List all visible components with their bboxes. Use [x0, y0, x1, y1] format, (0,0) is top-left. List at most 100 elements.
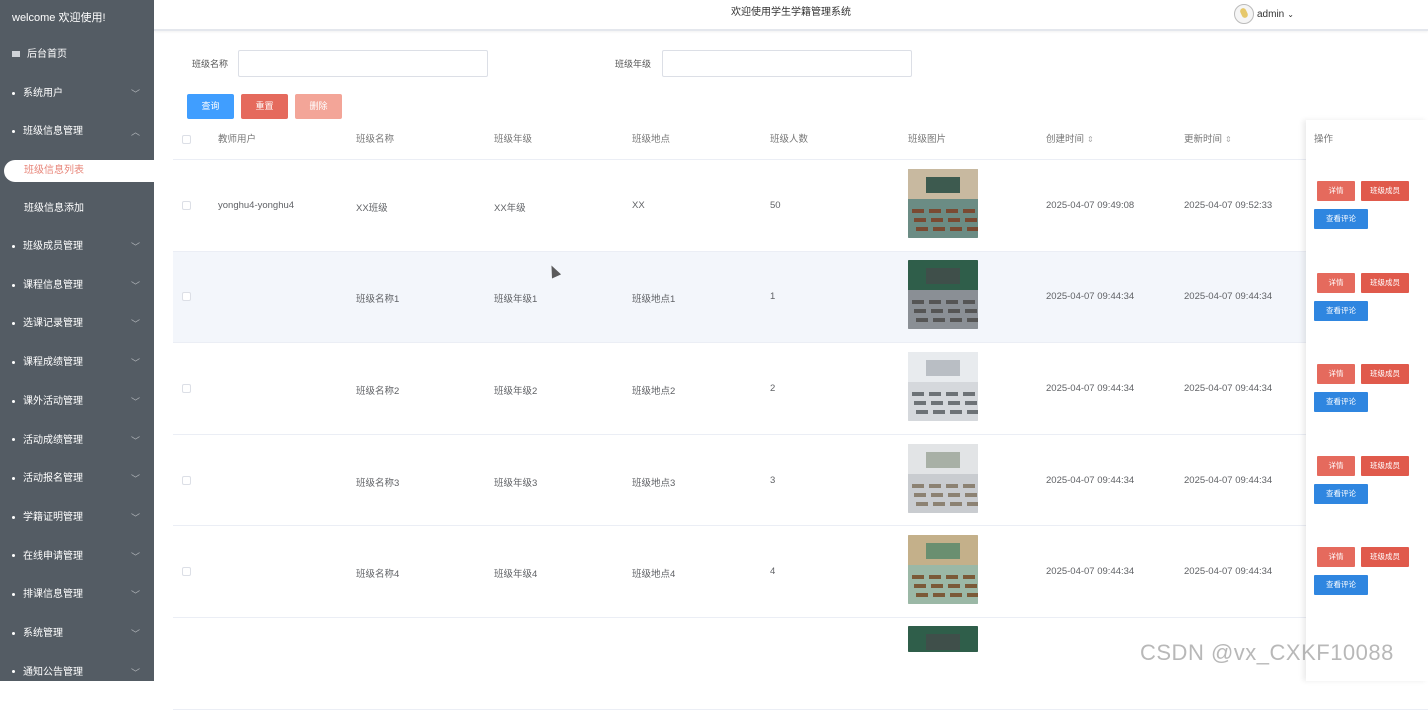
sidebar-item-5[interactable]: 选课记录管理 ﹀: [0, 305, 154, 344]
class-name-input[interactable]: [238, 50, 488, 77]
class-members-button[interactable]: 班级成员: [1361, 455, 1409, 476]
cell-updated: 2025-04-07 09:44:34: [1184, 474, 1273, 486]
user-menu[interactable]: admin ⌄: [1234, 4, 1294, 24]
cell-count: 50: [770, 199, 781, 211]
cell-location: 班级地点2: [632, 385, 676, 397]
sidebar-item-3[interactable]: 班级成员管理 ﹀: [0, 228, 154, 267]
table-row[interactable]: 班级名称3 班级年级3 班级地点3 3 2025-04-07 09:44:34 2025…: [173, 435, 1428, 527]
sidebar-item-8[interactable]: 活动成绩管理 ﹀: [0, 422, 154, 461]
chevron-down-icon[interactable]: ﹀: [131, 228, 140, 267]
chevron-down-icon[interactable]: ﹀: [131, 344, 140, 383]
delete-button[interactable]: 删除: [295, 94, 342, 119]
chevron-down-icon[interactable]: ﹀: [131, 75, 140, 114]
chevron-down-icon[interactable]: ﹀: [131, 654, 140, 681]
class-members-button[interactable]: 班级成员: [1361, 181, 1409, 201]
column-header-label: 创建时间: [1046, 134, 1085, 145]
avatar[interactable]: [1234, 4, 1254, 24]
class-image[interactable]: [908, 535, 978, 605]
chevron-down-icon[interactable]: ﹀: [131, 615, 140, 654]
sidebar-menu: 后台首页 系统用户 ﹀ 班级信息管理 ︿ 班级信息列表 班级信息添加 班级成员管理 ﹀ 课程信息管…: [0, 36, 154, 681]
bullet-icon: [12, 322, 15, 326]
sidebar-item-0[interactable]: 后台首页: [0, 36, 154, 75]
view-comments-button[interactable]: 查看评论: [1314, 392, 1368, 413]
class-image[interactable]: [908, 260, 978, 330]
class-image[interactable]: [908, 443, 978, 513]
sidebar-item-7[interactable]: 课外活动管理 ﹀: [0, 383, 154, 422]
table-row[interactable]: 班级名称1 班级年级1 班级地点1 1 2025-04-07 09:44:34 2025…: [173, 251, 1428, 344]
view-comments-button[interactable]: 查看评论: [1314, 209, 1368, 229]
query-button[interactable]: 查询: [187, 94, 234, 119]
sidebar-item-label: 后台首页: [27, 49, 67, 60]
sidebar-item-13[interactable]: 系统管理 ﹀: [0, 615, 154, 654]
sort-icon[interactable]: ⇕: [1225, 135, 1232, 144]
view-comments-button[interactable]: 查看评论: [1314, 483, 1368, 504]
cell-name: 班级名称2: [356, 385, 400, 397]
column-header-label: 班级图片: [908, 134, 947, 145]
chevron-down-icon[interactable]: ﹀: [131, 460, 140, 499]
class-grade-label: 班级年级: [615, 59, 652, 69]
sidebar-subitem-0[interactable]: 班级信息列表: [4, 160, 154, 183]
chevron-up-icon[interactable]: ︿: [131, 113, 140, 152]
class-members-button[interactable]: 班级成员: [1361, 547, 1409, 568]
bullet-icon: [12, 477, 15, 481]
cell-name: 班级名称1: [356, 294, 400, 306]
row-checkbox[interactable]: [182, 475, 191, 485]
chevron-down-icon[interactable]: ﹀: [131, 538, 140, 577]
row-checkbox[interactable]: [182, 567, 191, 577]
sidebar-subitem-1[interactable]: 班级信息添加: [0, 190, 154, 228]
chevron-down-icon[interactable]: ﹀: [131, 383, 140, 422]
class-image[interactable]: [908, 351, 978, 421]
chevron-down-icon[interactable]: ﹀: [131, 576, 140, 615]
row-checkbox[interactable]: [182, 200, 191, 210]
chevron-down-icon[interactable]: ⌄: [1287, 10, 1294, 19]
row-checkbox[interactable]: [182, 383, 191, 393]
class-members-button[interactable]: 班级成员: [1361, 364, 1409, 385]
table-row[interactable]: 班级名称4 班级年级4 班级地点4 4 2025-04-07 09:44:34 2025…: [173, 526, 1428, 618]
sidebar-item-14[interactable]: 通知公告管理 ﹀: [0, 654, 154, 681]
class-members-button[interactable]: 班级成员: [1361, 272, 1409, 293]
username[interactable]: admin: [1257, 9, 1284, 20]
cell-updated: 2025-04-07 09:44:34: [1184, 291, 1273, 303]
detail-button[interactable]: 详情: [1317, 181, 1355, 201]
select-all-checkbox[interactable]: [182, 135, 191, 144]
row-checkbox[interactable]: [182, 292, 191, 302]
sidebar-item-1[interactable]: 系统用户 ﹀: [0, 75, 154, 114]
column-header-label: 班级年级: [494, 134, 533, 145]
cell-created: 2025-04-07 09:49:08: [1046, 199, 1135, 211]
chevron-down-icon[interactable]: ﹀: [131, 499, 140, 538]
cell-teacher: yonghu4-yonghu4: [218, 199, 295, 211]
detail-button[interactable]: 详情: [1317, 547, 1355, 568]
sidebar-item-10[interactable]: 学籍证明管理 ﹀: [0, 499, 154, 538]
detail-button[interactable]: 详情: [1317, 272, 1355, 293]
table-row[interactable]: yonghu4-yonghu4 XX班级 XX年级 XX 50 2025-04-07 0…: [173, 160, 1428, 252]
chevron-down-icon[interactable]: ﹀: [131, 267, 140, 306]
sidebar-item-label: 系统用户: [23, 87, 63, 99]
column-header-label: 更新时间: [1184, 134, 1223, 145]
bullet-icon: [12, 438, 15, 442]
sidebar-item-11[interactable]: 在线申请管理 ﹀: [0, 538, 154, 577]
chevron-down-icon[interactable]: ﹀: [131, 422, 140, 461]
sidebar-welcome: welcome 欢迎使用!: [12, 12, 106, 24]
cell-count: 2: [770, 382, 776, 394]
cell-created: 2025-04-07 09:44:34: [1046, 291, 1135, 303]
reset-button[interactable]: 重置: [241, 94, 288, 119]
view-comments-button[interactable]: 查看评论: [1314, 300, 1368, 321]
sidebar-item-4[interactable]: 课程信息管理 ﹀: [0, 267, 154, 306]
chevron-down-icon[interactable]: ﹀: [131, 305, 140, 344]
sidebar-item-12[interactable]: 排课信息管理 ﹀: [0, 576, 154, 615]
class-image[interactable]: [908, 168, 978, 238]
sidebar-item-9[interactable]: 活动报名管理 ﹀: [0, 460, 154, 499]
cell-name: 班级名称3: [356, 477, 400, 489]
detail-button[interactable]: 详情: [1317, 455, 1355, 476]
sidebar-item-2[interactable]: 班级信息管理 ︿: [0, 113, 154, 152]
class-grade-input[interactable]: [662, 50, 912, 77]
detail-button[interactable]: 详情: [1317, 364, 1355, 385]
sidebar-item-label: 班级成员管理: [23, 241, 83, 253]
sort-icon[interactable]: ⇕: [1087, 135, 1094, 144]
sidebar-item-6[interactable]: 课程成绩管理 ﹀: [0, 344, 154, 383]
view-comments-button[interactable]: 查看评论: [1314, 575, 1368, 596]
table-row[interactable]: 班级名称2 班级年级2 班级地点2 2 2025-04-07 09:44:34 2025…: [173, 343, 1428, 435]
cell-created: 2025-04-07 09:44:34: [1046, 382, 1135, 394]
cell-created: 2025-04-07 09:44:34: [1046, 474, 1135, 486]
cell-grade: 班级年级1: [494, 294, 538, 306]
